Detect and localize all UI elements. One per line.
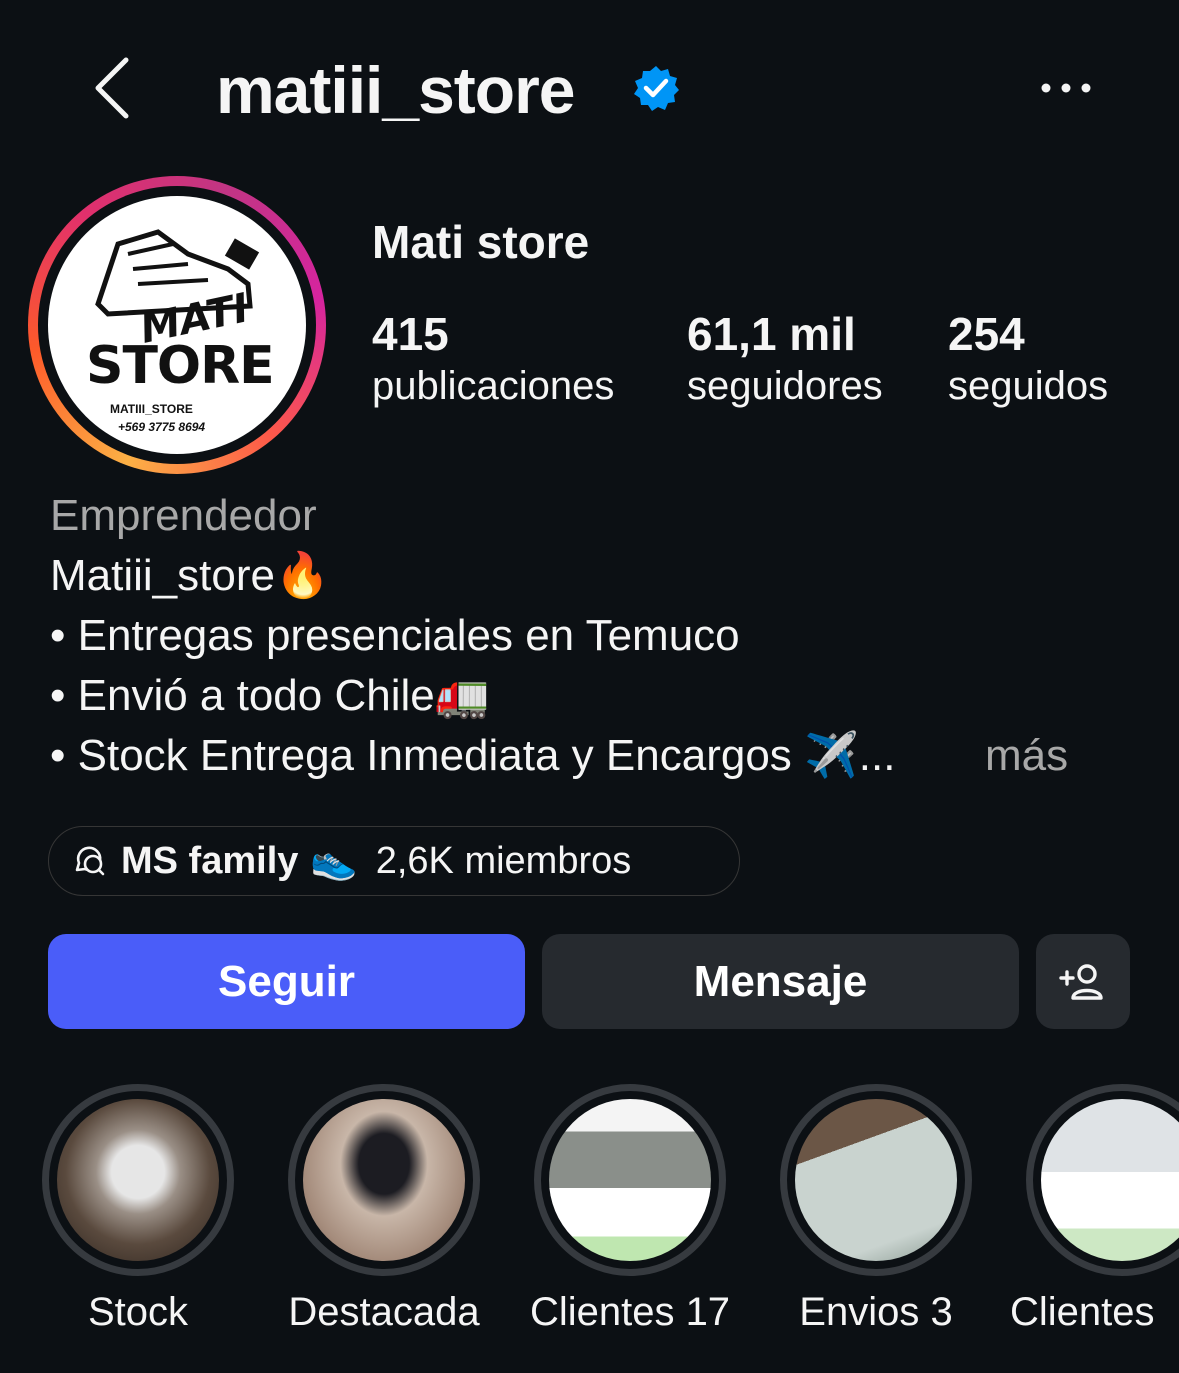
following-count[interactable]: 254 seguidos [948,308,1108,412]
stat-label: publicaciones [372,364,615,408]
bio-line: • Entregas presenciales en Temuco [50,611,740,660]
stat-value: 61,1 mil [687,308,856,360]
story-highlight-stock[interactable] [42,1084,234,1276]
story-highlight-clientes[interactable] [1026,1084,1179,1276]
bio-line: • Stock Entrega Inmediata y Encargos ✈️.… [50,731,896,780]
logo-phone-text: +569 3775 8694 [118,420,206,434]
broadcast-channel-pill[interactable]: MS family 👟 2,6K miembros [48,826,740,896]
verified-badge-icon [632,64,680,112]
bio-line: • Envió a todo Chile🚛 [50,671,490,720]
highlight-label: Clientes [1010,1290,1155,1334]
profile-avatar[interactable]: MATI STORE MATIII_STORE +569 3775 8694 [28,176,326,474]
followers-count[interactable]: 61,1 mil seguidores [687,308,883,412]
highlight-label: Envios 3 [799,1290,953,1334]
highlight-cover-image [1041,1099,1179,1261]
profile-category: Emprendedor [50,491,317,540]
bio-more-link[interactable]: más [985,726,1068,786]
highlight-label: Destacada [288,1290,480,1334]
chevron-left-icon [95,57,129,119]
profile-full-name: Mati store [372,216,590,268]
back-button[interactable] [92,56,132,120]
message-button[interactable]: Mensaje [542,934,1019,1029]
bio-line: Matiii_store🔥 [50,551,330,600]
add-user-icon [1059,963,1103,1000]
highlight-label: Stock [87,1290,189,1334]
sneaker-emoji-icon: 👟 [310,840,358,882]
more-horizontal-icon [1041,83,1091,93]
posts-count[interactable]: 415 publicaciones [372,308,614,412]
highlight-cover-image [549,1099,711,1261]
logo-handle-text: MATIII_STORE [110,402,193,416]
broadcast-channel-icon [75,846,105,876]
stat-value: 415 [372,308,449,360]
channel-name: MS family [121,839,299,882]
story-highlight-envios-3[interactable] [780,1084,972,1276]
stat-value: 254 [948,308,1025,360]
highlight-cover-image [57,1099,219,1261]
highlight-label: Clientes 17 [529,1290,731,1334]
story-highlight-clientes-17[interactable] [534,1084,726,1276]
logo-store-text: STORE [86,336,275,396]
stat-label: seguidores [687,364,883,408]
story-highlight-destacada[interactable] [288,1084,480,1276]
stat-label: seguidos [948,364,1109,408]
follow-button[interactable]: Seguir [48,934,525,1029]
highlight-cover-image [303,1099,465,1261]
highlight-cover-image [795,1099,957,1261]
avatar-logo-image: MATI STORE MATIII_STORE +569 3775 8694 [48,196,306,454]
more-options-button[interactable] [1038,76,1094,100]
suggested-users-button[interactable] [1036,934,1130,1029]
channel-members-count: 2,6K miembros [375,839,632,882]
profile-username: matiii_store [216,53,575,127]
